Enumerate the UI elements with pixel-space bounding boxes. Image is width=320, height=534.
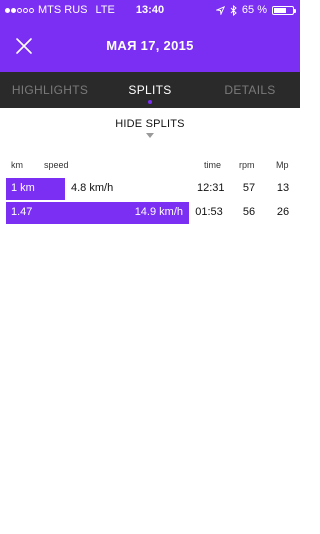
split-km: 1 km [11, 182, 35, 194]
split-row: 1.47 14.9 km/h 01:53 56 26 [0, 202, 300, 224]
battery-fill [274, 7, 286, 13]
tab-details[interactable]: DETAILS [200, 72, 300, 108]
split-mp: 26 [276, 206, 290, 218]
column-header-rpm: rpm [239, 160, 255, 170]
status-right: 65 % [215, 0, 296, 20]
active-tab-indicator [148, 100, 152, 104]
column-header-time: time [204, 160, 222, 170]
tab-bar: HIGHLIGHTS SPLITS DETAILS [0, 72, 300, 108]
column-header-speed: speed [44, 160, 69, 170]
tab-splits-label: SPLITS [128, 83, 172, 97]
split-speed: 14.9 km/h [134, 206, 183, 218]
split-rpm: 57 [242, 182, 256, 194]
status-bar: MTS RUS LTE 13:40 65 % [0, 0, 300, 20]
bluetooth-icon [230, 4, 237, 16]
nav-row: МАЯ 17, 2015 [0, 20, 300, 72]
tab-highlights[interactable]: HIGHLIGHTS [0, 72, 100, 108]
split-rpm: 56 [242, 206, 256, 218]
split-time: 01:53 [195, 206, 223, 218]
tab-splits[interactable]: SPLITS [100, 72, 200, 108]
caret-down-icon[interactable] [146, 133, 154, 138]
split-time: 12:31 [197, 182, 225, 194]
column-header-mp: Mp [276, 160, 289, 170]
battery-icon [272, 5, 296, 15]
split-row: 1 km 4.8 km/h 12:31 57 13 [0, 178, 300, 200]
battery-percent: 65 % [241, 4, 267, 16]
app-header: MTS RUS LTE 13:40 65 % МАЯ 17, 2015 [0, 0, 300, 72]
split-speed: 4.8 km/h [71, 182, 114, 194]
page-title: МАЯ 17, 2015 [106, 38, 194, 53]
column-header-km: km [11, 160, 23, 170]
tab-details-label: DETAILS [224, 83, 276, 97]
split-km: 1.47 [11, 206, 33, 218]
split-mp: 13 [276, 182, 290, 194]
location-arrow-icon [215, 5, 225, 15]
hide-splits-button[interactable]: HIDE SPLITS [0, 118, 300, 130]
tab-highlights-label: HIGHLIGHTS [11, 83, 89, 97]
